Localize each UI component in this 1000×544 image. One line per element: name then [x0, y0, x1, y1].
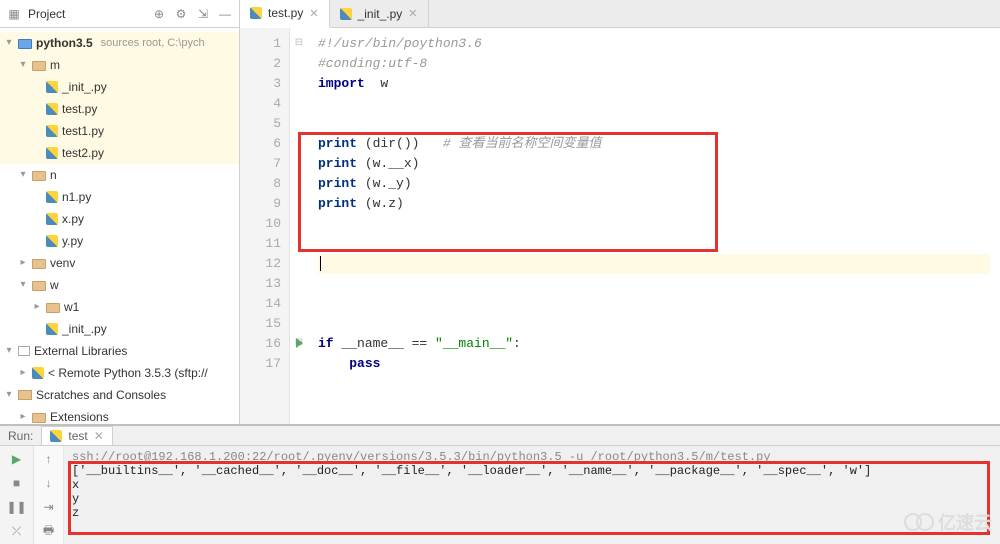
- console-output[interactable]: ssh://root@192.168.1.200:22/root/.pyenv/…: [64, 446, 1000, 544]
- stop-button[interactable]: ■: [8, 474, 26, 492]
- split-icon[interactable]: ⇲: [195, 6, 211, 22]
- close-icon[interactable]: ✕: [408, 7, 417, 20]
- tree-label: m: [50, 56, 60, 74]
- tree-file[interactable]: .test2.py: [0, 142, 239, 164]
- code-body[interactable]: #!/usr/bin/poython3.6#conding:utf-8impor…: [308, 28, 1000, 424]
- output-line: x: [72, 478, 992, 492]
- run-controls-left: ▶ ■ ❚❚ ⤫: [0, 446, 34, 544]
- run-panel: Run: test ✕ ▶ ■ ❚❚ ⤫ ↑ ↓ ⇥ 🖶 ssh://root@…: [0, 425, 1000, 540]
- wrap-icon[interactable]: ⇥: [40, 498, 58, 516]
- run-label: Run:: [8, 429, 33, 443]
- code-line[interactable]: #conding:utf-8: [318, 54, 990, 74]
- tree-file[interactable]: .y.py: [0, 230, 239, 252]
- code-line[interactable]: [318, 254, 990, 274]
- output-line: ['__builtins__', '__cached__', '__doc__'…: [72, 464, 992, 478]
- project-header: ▦ Project ⊕ ⚙ ⇲ —: [0, 0, 239, 28]
- run-controls-inner: ↑ ↓ ⇥ 🖶: [34, 446, 64, 544]
- code-line[interactable]: #!/usr/bin/poython3.6: [318, 34, 990, 54]
- close-icon[interactable]: ✕: [94, 429, 104, 443]
- code-line[interactable]: [318, 294, 990, 314]
- code-editor[interactable]: 1234567891011121314151617 ⊟⊟ #!/usr/bin/…: [240, 28, 1000, 424]
- run-button[interactable]: ▶: [8, 450, 26, 468]
- hide-icon[interactable]: —: [217, 6, 233, 22]
- python-file-icon: [250, 7, 262, 19]
- tab-init-py[interactable]: _init_.py ✕: [330, 0, 429, 27]
- code-line[interactable]: print (dir()) # 查看当前名称空间变量值: [318, 134, 990, 154]
- code-line[interactable]: print (w.__x): [318, 154, 990, 174]
- project-icon: ▦: [6, 6, 22, 22]
- tree-file[interactable]: ._init_.py: [0, 76, 239, 98]
- tree-scratches[interactable]: ▾ Scratches and Consoles: [0, 384, 239, 406]
- project-sidebar: ▦ Project ⊕ ⚙ ⇲ — ▾ python3.5 sources ro…: [0, 0, 240, 424]
- tree-file[interactable]: .test1.py: [0, 120, 239, 142]
- code-line[interactable]: if __name__ == "__main__":: [318, 334, 990, 354]
- tree-file[interactable]: .n1.py: [0, 186, 239, 208]
- tree-folder-w[interactable]: ▾ w: [0, 274, 239, 296]
- tree-folder-m[interactable]: ▾ m: [0, 54, 239, 76]
- code-line[interactable]: [318, 234, 990, 254]
- project-title: Project: [28, 7, 145, 21]
- project-root-label: python3.5: [36, 34, 93, 52]
- code-line[interactable]: [318, 274, 990, 294]
- tree-file[interactable]: .test.py: [0, 98, 239, 120]
- command-line: ssh://root@192.168.1.200:22/root/.pyenv/…: [72, 450, 992, 464]
- tree-extensions[interactable]: ▸ Extensions: [0, 406, 239, 424]
- pause-button[interactable]: ❚❚: [8, 498, 26, 516]
- tree-file[interactable]: .x.py: [0, 208, 239, 230]
- down-icon[interactable]: ↓: [40, 474, 58, 492]
- code-line[interactable]: print (w.z): [318, 194, 990, 214]
- tree-folder-n[interactable]: ▾ n: [0, 164, 239, 186]
- up-icon[interactable]: ↑: [40, 450, 58, 468]
- code-line[interactable]: [318, 94, 990, 114]
- target-icon[interactable]: ⊕: [151, 6, 167, 22]
- project-tree[interactable]: ▾ python3.5 sources root, C:\pych ▾ m ._…: [0, 28, 239, 424]
- tree-file[interactable]: ._init_.py: [0, 318, 239, 340]
- tab-test-py[interactable]: test.py ✕: [240, 0, 330, 28]
- editor-area: test.py ✕ _init_.py ✕ 123456789101112131…: [240, 0, 1000, 424]
- editor-tabs: test.py ✕ _init_.py ✕: [240, 0, 1000, 28]
- code-line[interactable]: [318, 314, 990, 334]
- print-icon[interactable]: 🖶: [40, 522, 58, 540]
- output-line: y: [72, 492, 992, 506]
- tree-folder-venv[interactable]: ▸ venv: [0, 252, 239, 274]
- tree-external-libs[interactable]: ▾ External Libraries: [0, 340, 239, 362]
- output-line: z: [72, 506, 992, 520]
- code-line[interactable]: pass: [318, 354, 990, 374]
- code-line[interactable]: [318, 214, 990, 234]
- run-header: Run: test ✕: [0, 426, 1000, 446]
- line-gutter: 1234567891011121314151617: [240, 28, 290, 424]
- code-line[interactable]: print (w._y): [318, 174, 990, 194]
- python-file-icon: [50, 430, 62, 442]
- close-icon[interactable]: ✕: [309, 7, 318, 20]
- tree-remote[interactable]: ▸ < Remote Python 3.5.3 (sftp://: [0, 362, 239, 384]
- python-file-icon: [340, 8, 352, 20]
- run-tab[interactable]: test ✕: [41, 426, 112, 445]
- code-line[interactable]: [318, 114, 990, 134]
- tree-folder-w1[interactable]: ▸ w1: [0, 296, 239, 318]
- exit-button[interactable]: ⤫: [8, 522, 26, 540]
- code-line[interactable]: import w: [318, 74, 990, 94]
- project-root-hint: sources root, C:\pych: [101, 34, 205, 52]
- fold-column: ⊟⊟: [290, 28, 308, 424]
- tree-root[interactable]: ▾ python3.5 sources root, C:\pych: [0, 32, 239, 54]
- gear-icon[interactable]: ⚙: [173, 6, 189, 22]
